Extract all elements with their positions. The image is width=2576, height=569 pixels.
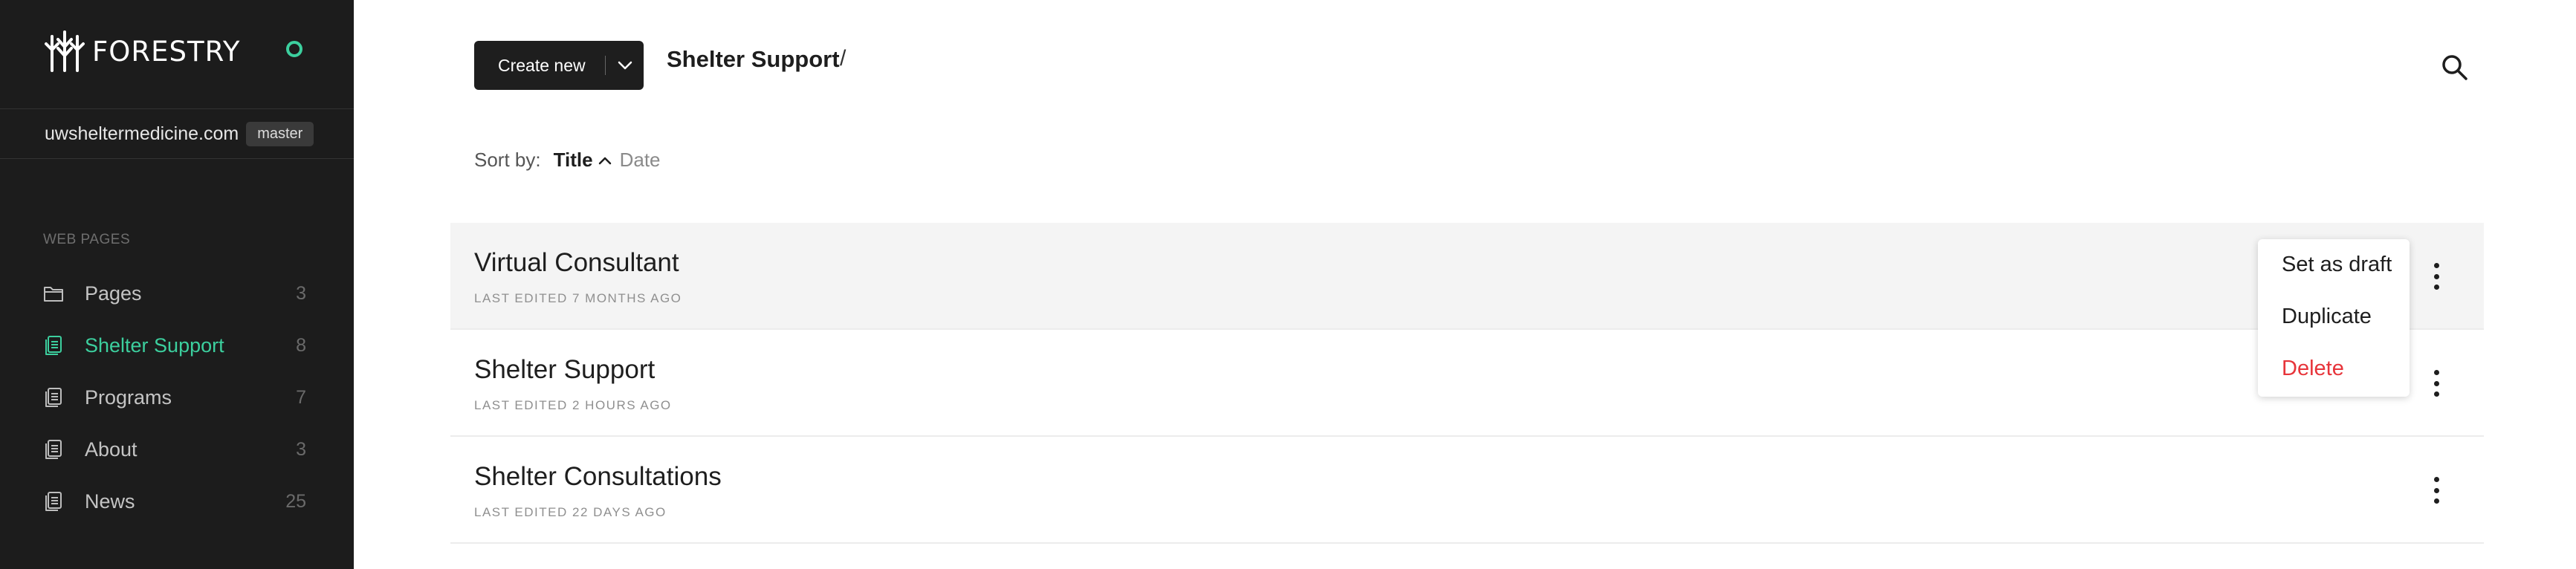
sidebar-item-label: About — [85, 438, 137, 461]
sidebar-item-count: 3 — [296, 438, 306, 460]
breadcrumb-separator: / — [840, 46, 847, 71]
branch-badge: master — [246, 121, 314, 146]
create-new-divider — [605, 56, 606, 75]
site-name: uwsheltermedicine.com — [45, 123, 239, 144]
sort-by-title[interactable]: Title — [554, 149, 593, 172]
brand-name: FORESTRY — [92, 35, 241, 68]
more-options-icon[interactable] — [2427, 260, 2445, 293]
create-new-button[interactable]: Create new — [474, 41, 644, 90]
list-item[interactable]: Shelter Support LAST EDITED 2 HOURS AGO — [450, 330, 2484, 437]
menu-item-duplicate[interactable]: Duplicate — [2282, 305, 2372, 329]
sidebar-nav: Pages 3 Shelter Support 8 Programs 7 Abo… — [0, 267, 354, 527]
menu-item-delete[interactable]: Delete — [2282, 357, 2344, 381]
document-icon — [45, 492, 62, 511]
document-icon — [45, 440, 62, 459]
sort-by-date[interactable]: Date — [620, 149, 661, 172]
sidebar: FORESTRY uwsheltermedicine.com master WE… — [0, 0, 354, 569]
more-options-icon[interactable] — [2427, 367, 2445, 400]
sidebar-item-count: 8 — [296, 334, 306, 356]
document-last-edited: LAST EDITED 7 MONTHS AGO — [474, 291, 682, 305]
document-icon — [45, 388, 62, 407]
document-icon — [45, 336, 62, 355]
sort-label: Sort by: — [474, 149, 541, 171]
document-options-menu: Set as draft Duplicate Delete — [2258, 239, 2410, 397]
sidebar-item-count: 7 — [296, 386, 306, 408]
sidebar-item-count: 3 — [296, 282, 306, 304]
sidebar-item-label: Pages — [85, 282, 142, 305]
list-item[interactable]: Virtual Consultant LAST EDITED 7 MONTHS … — [450, 223, 2484, 330]
document-title[interactable]: Virtual Consultant — [474, 248, 679, 278]
sidebar-item-count: 25 — [285, 490, 306, 512]
sidebar-item-news[interactable]: News 25 — [0, 475, 354, 527]
sidebar-item-label: News — [85, 490, 135, 513]
chevron-up-icon[interactable] — [598, 155, 612, 166]
menu-item-set-as-draft[interactable]: Set as draft — [2282, 253, 2392, 277]
status-indicator-icon — [286, 41, 302, 57]
document-last-edited: LAST EDITED 2 HOURS AGO — [474, 398, 672, 412]
sidebar-item-label: Programs — [85, 386, 172, 409]
site-selector[interactable]: uwsheltermedicine.com master — [0, 108, 354, 159]
list-item[interactable]: Shelter Consultations LAST EDITED 22 DAY… — [450, 437, 2484, 544]
chevron-down-icon[interactable] — [617, 59, 633, 71]
sort-bar: Sort by: Title Date — [474, 149, 661, 172]
more-options-icon[interactable] — [2427, 474, 2445, 507]
sidebar-item-about[interactable]: About 3 — [0, 423, 354, 475]
sidebar-item-shelter-support[interactable]: Shelter Support 8 — [0, 319, 354, 371]
document-title[interactable]: Shelter Consultations — [474, 462, 722, 492]
document-list: Virtual Consultant LAST EDITED 7 MONTHS … — [450, 223, 2484, 544]
search-icon[interactable] — [2441, 53, 2469, 82]
document-title[interactable]: Shelter Support — [474, 355, 655, 385]
breadcrumb-current[interactable]: Shelter Support — [667, 46, 840, 73]
sidebar-item-pages[interactable]: Pages 3 — [0, 267, 354, 319]
create-new-label: Create new — [498, 55, 586, 75]
section-label-web-pages: WEB PAGES — [43, 232, 131, 247]
sidebar-item-label: Shelter Support — [85, 334, 224, 357]
forestry-logo-icon — [45, 30, 85, 72]
document-last-edited: LAST EDITED 22 DAYS AGO — [474, 505, 667, 519]
sidebar-item-programs[interactable]: Programs 7 — [0, 371, 354, 423]
folder-icon — [44, 287, 63, 302]
brand[interactable]: FORESTRY — [43, 28, 241, 74]
